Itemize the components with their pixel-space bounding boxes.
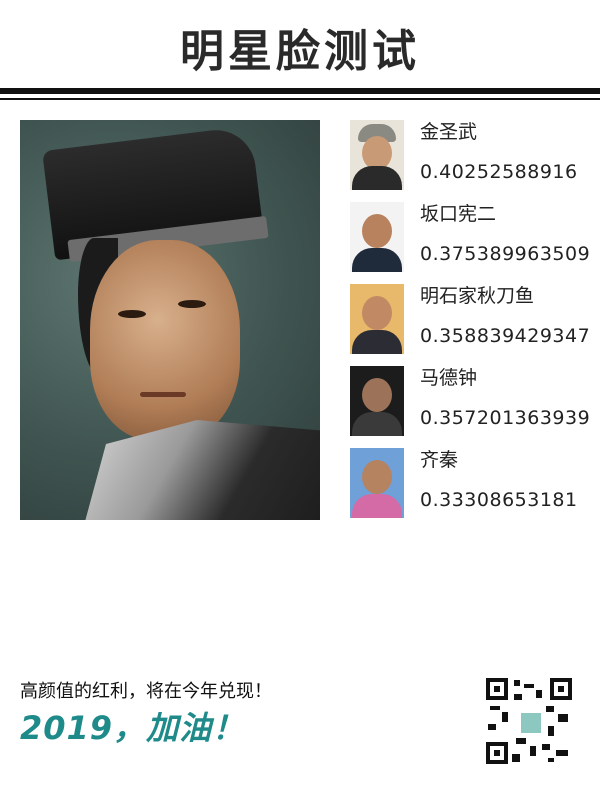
- match-thumbnail: [350, 120, 404, 190]
- match-score: 0.40252588916: [420, 161, 578, 183]
- match-item: 坂口宪二 0.375389963509: [350, 202, 600, 274]
- portrait-eye-left: [118, 310, 146, 318]
- match-score: 0.357201363939: [420, 407, 591, 429]
- header-divider-thin: [0, 98, 600, 100]
- qr-code: [486, 678, 572, 764]
- match-thumbnail: [350, 202, 404, 272]
- match-thumbnail: [350, 448, 404, 518]
- qr-logo-icon: [519, 711, 543, 735]
- footer-slogan: 高颜值的红利，将在今年兑现！: [20, 681, 272, 702]
- page-title: 明星脸测试: [180, 26, 420, 77]
- match-name: 齐秦: [420, 449, 459, 471]
- match-name: 明石家秋刀鱼: [420, 285, 535, 307]
- match-item: 金圣武 0.40252588916: [350, 120, 600, 192]
- match-thumbnail: [350, 366, 404, 436]
- match-name: 马德钟: [420, 367, 478, 389]
- match-item: 齐秦 0.33308653181: [350, 448, 600, 520]
- match-score: 0.358839429347: [420, 325, 591, 347]
- footer-cheer: 2019，加油！: [20, 709, 246, 747]
- match-score: 0.375389963509: [420, 243, 591, 265]
- match-name: 金圣武: [420, 121, 478, 143]
- portrait-robe: [80, 420, 320, 520]
- portrait-face: [90, 240, 240, 440]
- match-item: 明石家秋刀鱼 0.358839429347: [350, 284, 600, 356]
- uploaded-portrait-image: [20, 120, 320, 520]
- portrait-mouth: [140, 392, 186, 397]
- match-name: 坂口宪二: [420, 203, 497, 225]
- portrait-eye-right: [178, 300, 206, 308]
- match-thumbnail: [350, 284, 404, 354]
- header-divider-thick: [0, 88, 600, 94]
- match-item: 马德钟 0.357201363939: [350, 366, 600, 438]
- match-score: 0.33308653181: [420, 489, 578, 511]
